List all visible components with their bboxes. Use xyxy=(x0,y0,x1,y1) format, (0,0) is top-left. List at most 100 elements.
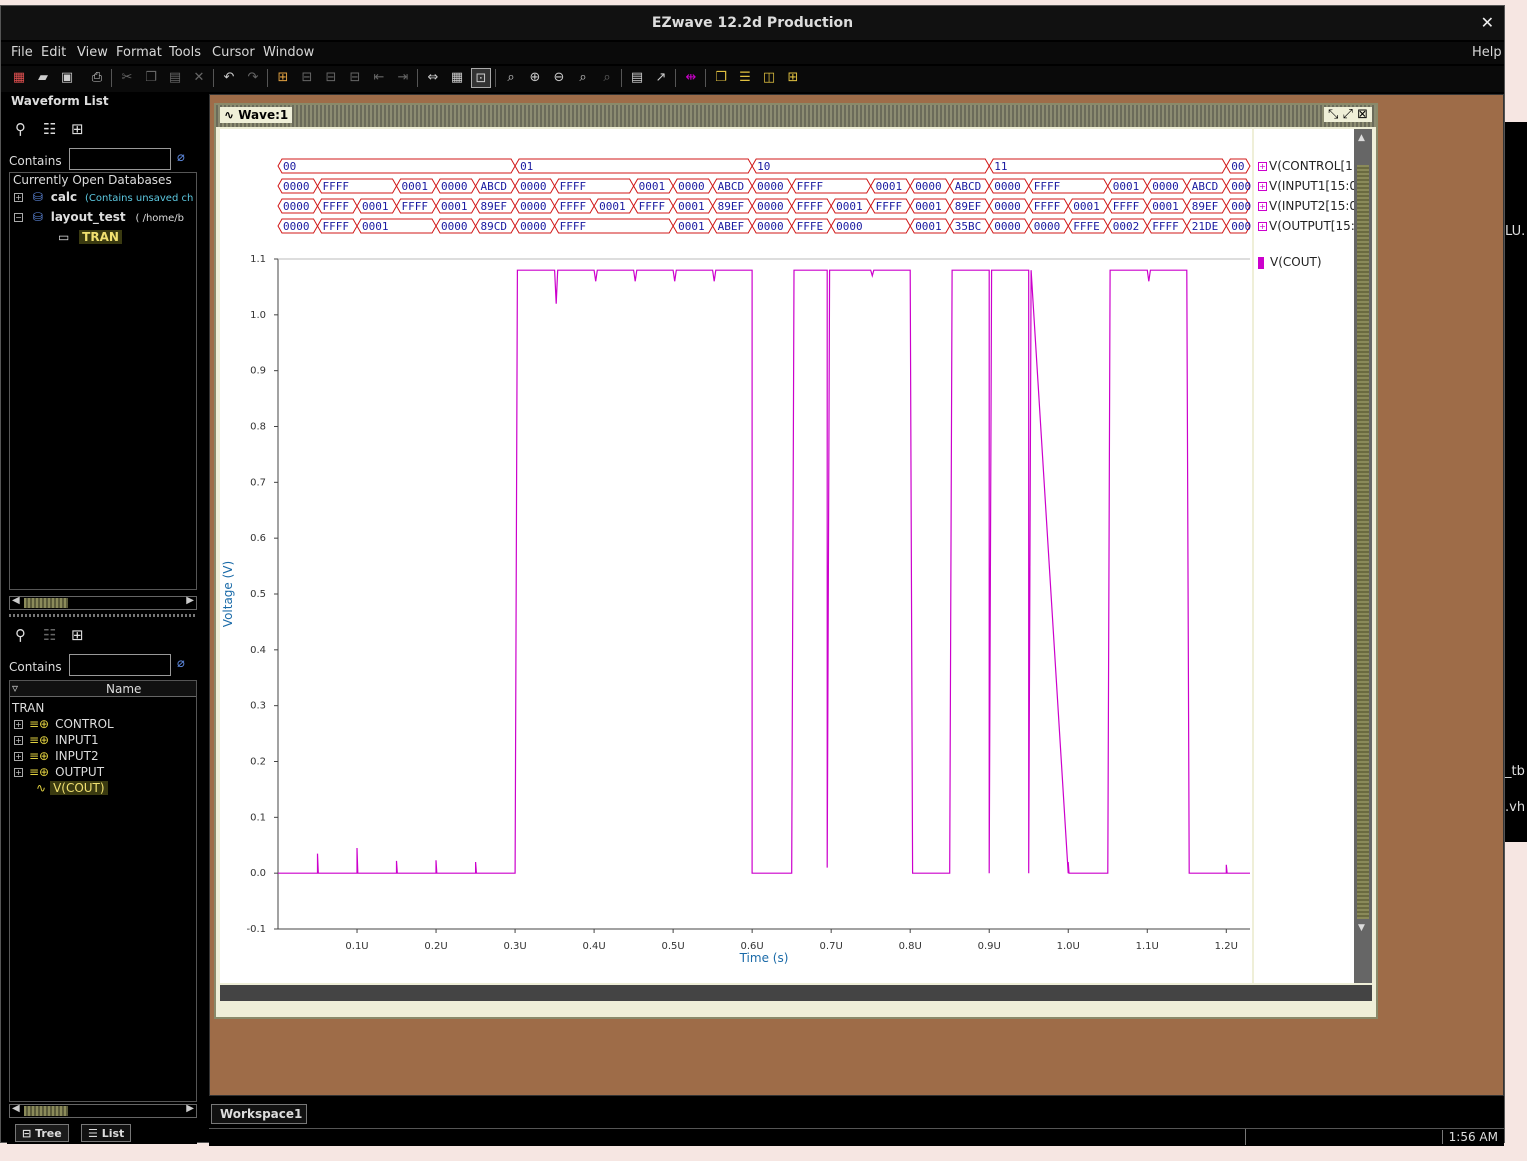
paste-icon[interactable]: ▤ xyxy=(165,68,185,88)
expand-icon[interactable]: + xyxy=(14,193,23,202)
y-tick-label: 0.4 xyxy=(250,645,266,656)
tab-list[interactable]: ☰ List xyxy=(81,1124,132,1142)
plot-area[interactable]: -0.1 0.0 0.1 0.2 0.3 0.4 0.5 0.6 0.7 0.8 0.9 1.0 1.1… xyxy=(220,129,1252,983)
signal-list-icons: ⚲ ☷ ⊞ xyxy=(7,620,197,648)
splitter[interactable] xyxy=(9,614,197,617)
db-calc-row[interactable]: + ⛁ calc (Contains unsaved ch xyxy=(14,190,193,206)
collapse-tree-icon[interactable]: ⊞ xyxy=(71,626,84,644)
expand-icon[interactable]: + xyxy=(1258,202,1267,211)
collapse-tree-icon[interactable]: ⊞ xyxy=(71,120,84,138)
legend-bus-2[interactable]: + V(INPUT2[15:0 xyxy=(1258,199,1357,213)
cut-icon[interactable]: ✂ xyxy=(117,68,137,88)
menu-cursor[interactable]: Cursor xyxy=(212,45,255,60)
bus-value-label: 0000 xyxy=(994,220,1021,233)
cursor-mode-icon[interactable]: ⊡ xyxy=(471,68,491,88)
calculator-icon[interactable]: ▤ xyxy=(627,68,647,88)
save-icon[interactable]: ▣ xyxy=(57,68,77,88)
legend-bus-1[interactable]: + V(INPUT1[15:0 xyxy=(1258,179,1357,193)
menu-help[interactable]: Help xyxy=(1472,45,1502,60)
y-axis-label: Voltage (V) xyxy=(221,561,235,627)
bus-value-label: ABCD xyxy=(955,180,982,193)
expand-icon[interactable]: + xyxy=(1258,182,1267,191)
bus-value-label: 0000 xyxy=(283,220,310,233)
signal-row-input1[interactable]: + ≡⊕ INPUT1 xyxy=(14,733,99,749)
zoom-icon[interactable]: ⌕ xyxy=(501,68,521,88)
menu-format[interactable]: Format xyxy=(116,45,162,60)
signal-row-output[interactable]: + ≡⊕ OUTPUT xyxy=(14,765,104,781)
undo-icon[interactable]: ↶ xyxy=(219,68,239,88)
align-left-icon[interactable]: ⇤ xyxy=(369,68,389,88)
tile-grid-icon[interactable]: ⊞ xyxy=(783,68,803,88)
measure-icon[interactable]: ↗ xyxy=(651,68,671,88)
waveform-tool-icon[interactable]: ⊟ xyxy=(297,68,317,88)
bus-value-label: 11 xyxy=(994,160,1007,173)
zoom-area-icon[interactable]: ⌕ xyxy=(573,68,593,88)
zoom-prev-icon[interactable]: ⌕ xyxy=(597,68,617,88)
name-column-header[interactable]: ▿ Name xyxy=(10,681,196,697)
add-waveform-icon[interactable]: ⊞ xyxy=(273,68,293,88)
fit-icon[interactable]: ⇔ xyxy=(423,68,443,88)
legend-bus-name: V(INPUT2[15:0 xyxy=(1269,199,1358,213)
contains-input-2[interactable] xyxy=(69,654,171,676)
signal-list-hscroll[interactable]: ◀ ▶ xyxy=(9,1103,197,1118)
tile-horizontal-icon[interactable]: ☰ xyxy=(735,68,755,88)
legend-vscroll[interactable]: ▲ ▼ xyxy=(1354,129,1372,983)
cascade-icon[interactable]: ❐ xyxy=(711,68,731,88)
tab-workspace1[interactable]: Workspace1 xyxy=(211,1104,307,1124)
contains-input[interactable] xyxy=(69,148,171,170)
bus-segment xyxy=(751,158,990,174)
legend-bus-3[interactable]: + V(OUTPUT[15: xyxy=(1258,219,1355,233)
eraser-icon[interactable]: ⌀ xyxy=(177,656,185,671)
signal-row-control[interactable]: + ≡⊕ CONTROL xyxy=(14,717,114,733)
maximize-icon[interactable]: ⤢ xyxy=(1343,107,1353,122)
eraser-icon[interactable]: ⌀ xyxy=(177,150,185,165)
close-icon[interactable]: ✕ xyxy=(1481,6,1494,40)
redo-icon[interactable]: ↷ xyxy=(243,68,263,88)
print-icon[interactable]: ⎙ xyxy=(87,68,107,88)
menu-view[interactable]: View xyxy=(77,45,108,60)
zoom-out-icon[interactable]: ⊖ xyxy=(549,68,569,88)
signal-row-input2[interactable]: + ≡⊕ INPUT2 xyxy=(14,749,99,765)
wave-title-bar[interactable]: ∿ Wave:1 ⤡ ⤢ ⊠ xyxy=(216,105,1376,127)
collapse-icon[interactable]: − xyxy=(14,213,23,222)
waveform-chart[interactable]: -0.1 0.0 0.1 0.2 0.3 0.4 0.5 0.6 0.7 0.8 0.9 1.0 1.1… xyxy=(220,129,1252,983)
expand-icon[interactable]: + xyxy=(1258,222,1267,231)
open-folder-icon[interactable]: ▰ xyxy=(33,68,53,88)
window-title: EZwave 12.2d Production xyxy=(651,15,854,31)
waveform-tool3-icon[interactable]: ⊟ xyxy=(345,68,365,88)
bus-value-label: 0001 xyxy=(678,220,705,233)
tran-label: TRAN xyxy=(79,230,122,244)
contains-label: Contains xyxy=(9,154,62,168)
tab-tree[interactable]: ⊟ Tree xyxy=(15,1124,69,1142)
grid-icon[interactable]: ▦ xyxy=(447,68,467,88)
workspace-area: ∿ Wave:1 ⤡ ⤢ ⊠ -0.1 0.0 0.1 0.2 0.3 0.4 0.5 0.6… xyxy=(209,94,1504,1096)
close-database-icon[interactable]: ▦ xyxy=(9,68,29,88)
expand-tree-icon[interactable]: ☷ xyxy=(43,120,56,138)
signal-row-vcout[interactable]: ∿ V(COUT) xyxy=(36,781,108,797)
expand-icon[interactable]: + xyxy=(1258,162,1267,171)
db-layout-row[interactable]: − ⛁ layout_test ( /home/b xyxy=(14,210,184,226)
legend-bus-0[interactable]: + V(CONTROL[1: xyxy=(1258,159,1357,173)
bus-value-label: 0000 xyxy=(757,220,784,233)
copy-icon[interactable]: ❐ xyxy=(141,68,161,88)
tran-folder-row[interactable]: ▭ TRAN xyxy=(58,230,122,246)
waveform-tool2-icon[interactable]: ⊟ xyxy=(321,68,341,88)
binoculars-icon[interactable]: ⚲ xyxy=(15,626,26,644)
menu-file[interactable]: File xyxy=(11,45,33,60)
delete-icon[interactable]: ✕ xyxy=(189,68,209,88)
tile-vertical-icon[interactable]: ◫ xyxy=(759,68,779,88)
bus-value-label: 0000 xyxy=(441,220,468,233)
binoculars-icon[interactable]: ⚲ xyxy=(15,120,26,138)
minimize-icon[interactable]: ⤡ xyxy=(1328,107,1338,122)
menu-tools[interactable]: Tools xyxy=(169,45,201,60)
y-tick-label: 0.3 xyxy=(250,701,266,712)
align-right-icon[interactable]: ⇥ xyxy=(393,68,413,88)
expand-tree-icon[interactable]: ☷ xyxy=(43,626,56,644)
legend-trace-0[interactable]: V(COUT) xyxy=(1258,255,1322,269)
menu-edit[interactable]: Edit xyxy=(41,45,66,60)
close-icon[interactable]: ⊠ xyxy=(1357,107,1368,122)
span-icon[interactable]: ⇹ xyxy=(681,68,701,88)
db-list-hscroll[interactable]: ◀ ▶ xyxy=(9,595,197,610)
menu-window[interactable]: Window xyxy=(263,45,314,60)
zoom-in-icon[interactable]: ⊕ xyxy=(525,68,545,88)
